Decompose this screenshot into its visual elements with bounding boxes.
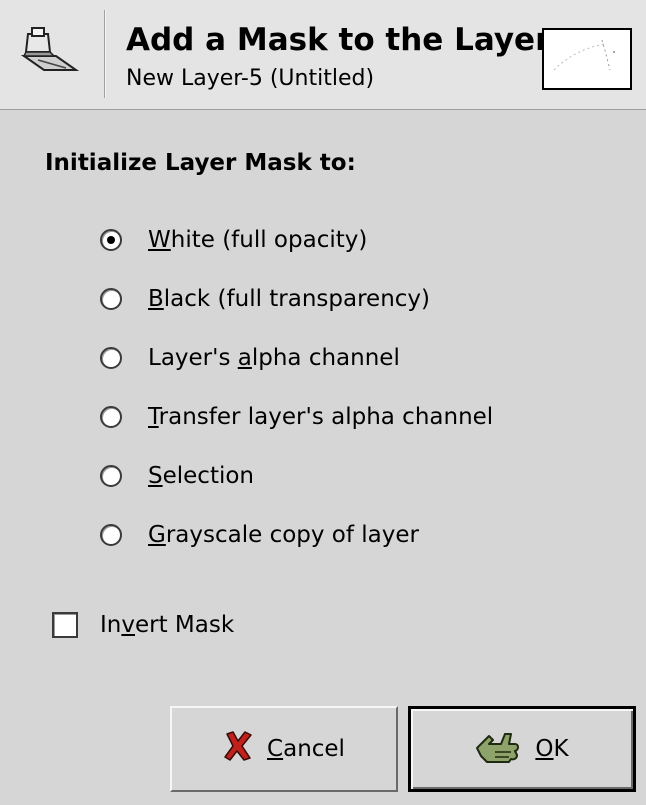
radio-button[interactable] — [100, 346, 122, 369]
radio-option-white[interactable]: White (full opacity) — [100, 210, 493, 269]
radio-option-transfer-alpha[interactable]: Transfer layer's alpha channel — [100, 387, 493, 446]
ok-hand-icon — [475, 726, 521, 772]
invert-mask-checkbox[interactable] — [52, 612, 78, 638]
layer-name-subtitle: New Layer-5 (Untitled) — [126, 66, 375, 91]
cancel-button[interactable]: Cancel — [170, 706, 398, 792]
radio-option-black[interactable]: Black (full transparency) — [100, 269, 493, 328]
radio-button[interactable] — [100, 287, 122, 310]
invert-mask-option[interactable]: Invert Mask — [52, 612, 234, 638]
radio-button[interactable] — [100, 464, 122, 487]
radio-option-alpha-channel[interactable]: Layer's alpha channel — [100, 328, 493, 387]
radio-option-selection[interactable]: Selection — [100, 446, 493, 505]
mask-init-radio-group: White (full opacity) Black (full transpa… — [100, 210, 493, 564]
radio-option-grayscale-copy[interactable]: Grayscale copy of layer — [100, 505, 493, 564]
radio-label: Black (full transparency) — [148, 285, 431, 312]
cancel-x-icon — [223, 730, 253, 768]
dialog-header: Add a Mask to the Layer New Layer-5 (Unt… — [0, 0, 646, 110]
radio-button[interactable] — [100, 228, 122, 251]
radio-label: Selection — [148, 462, 255, 489]
radio-button[interactable] — [100, 523, 122, 546]
header-separator — [104, 10, 106, 98]
radio-label: White (full opacity) — [148, 226, 368, 253]
add-mask-dialog: Add a Mask to the Layer New Layer-5 (Unt… — [0, 0, 646, 805]
cancel-label: Cancel — [267, 736, 345, 762]
radio-label: Transfer layer's alpha channel — [148, 403, 494, 430]
invert-mask-label: Invert Mask — [100, 612, 235, 638]
dialog-title: Add a Mask to the Layer — [126, 22, 551, 58]
ok-label: OK — [535, 736, 569, 762]
layer-thumbnail — [542, 28, 632, 90]
radio-label: Grayscale copy of layer — [148, 521, 419, 548]
layer-mask-icon — [18, 22, 86, 82]
radio-button[interactable] — [100, 405, 122, 428]
ok-button[interactable]: OK — [408, 706, 636, 792]
initialize-mask-label: Initialize Layer Mask to: — [45, 150, 356, 176]
radio-label: Layer's alpha channel — [148, 344, 400, 371]
